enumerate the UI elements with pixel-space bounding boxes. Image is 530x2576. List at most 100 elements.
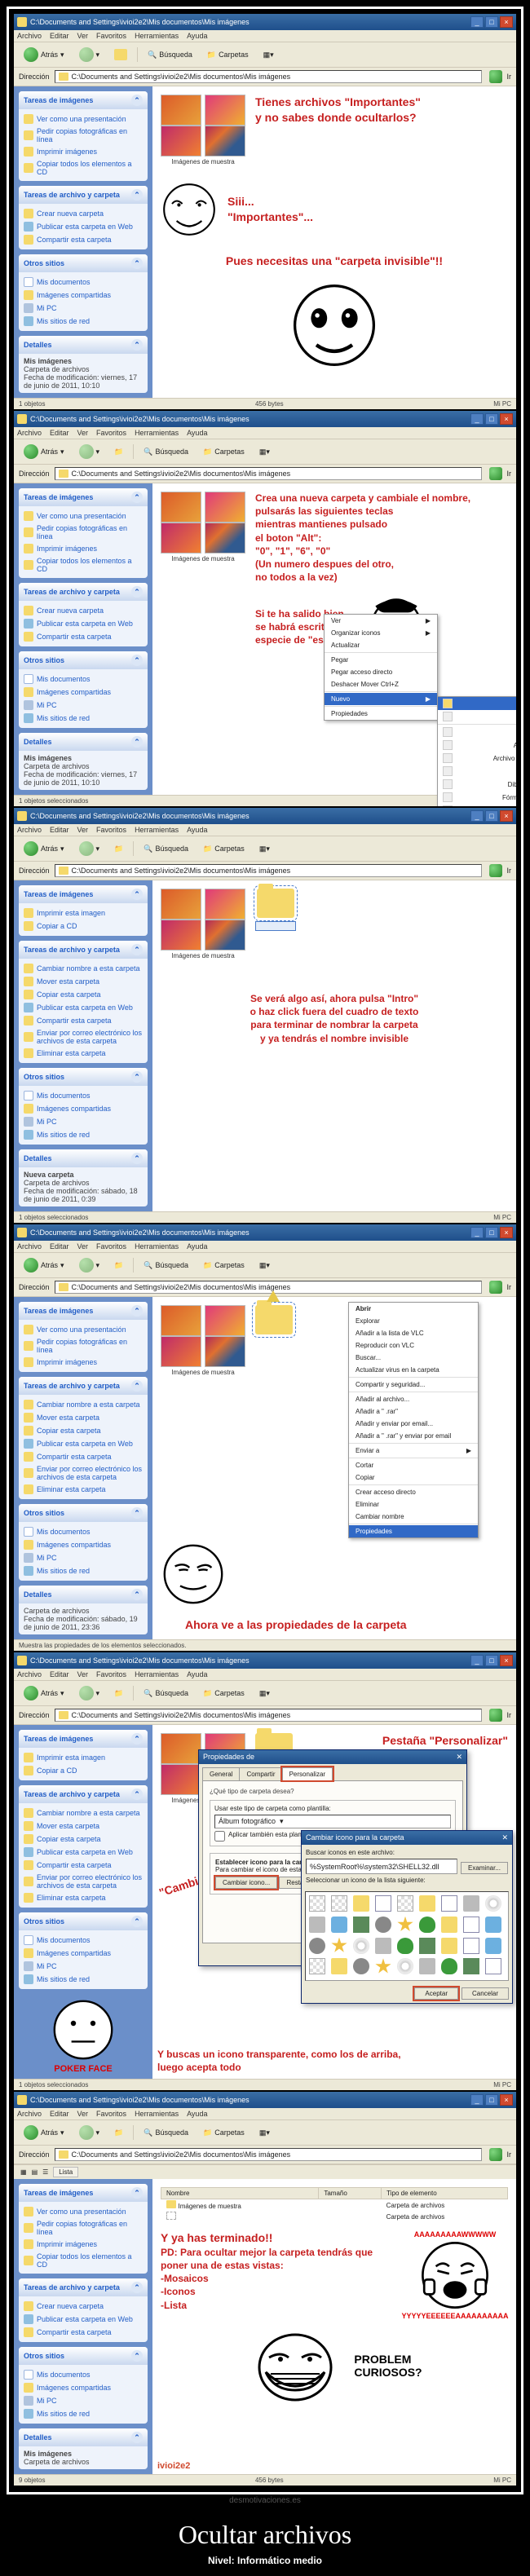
side-panel: Tareas de imágenes⌃ Ver como una present… <box>14 86 152 398</box>
collapse-icon[interactable]: ⌃ <box>131 339 143 351</box>
ok-button[interactable]: Aceptar <box>414 1987 458 2000</box>
menu-item-new[interactable]: Nuevo▶ <box>325 693 437 705</box>
properties-dialog[interactable]: Propiedades de ✕ General Compartir Person… <box>198 1749 467 1966</box>
tab-share[interactable]: Compartir <box>239 1767 282 1780</box>
menu-item[interactable]: Propiedades <box>325 708 437 720</box>
caption-text: Ahora ve a las propiedades de la carpeta <box>185 1617 407 1633</box>
panel-5: C:\Documents and Settings\ivioi2e2\Mis d… <box>14 1652 516 2090</box>
list-item[interactable]: Carpeta de archivos <box>161 2211 508 2222</box>
context-menu[interactable]: Ver▶ Organizar iconos▶ Actualizar Pegar … <box>324 614 438 721</box>
minimize-button[interactable]: _ <box>470 16 484 28</box>
submenu-new[interactable]: Carpeta Acceso directo Maletín AbiWord D… <box>437 696 516 806</box>
sidebar-item[interactable]: Copiar todos los elementos a CD <box>24 158 143 178</box>
sample-pictures-folder[interactable]: Imágenes de muestra <box>161 95 245 165</box>
window-title: C:\Documents and Settings\ivioi2e2\Mis d… <box>30 18 250 26</box>
menu-item-properties[interactable]: Propiedades <box>349 1525 478 1537</box>
folder-icon <box>257 889 294 918</box>
rename-input[interactable] <box>255 921 296 931</box>
change-icon-button[interactable]: Cambiar icono... <box>215 1877 277 1889</box>
change-icon-dialog[interactable]: Cambiar icono para la carpeta✕ Buscar ic… <box>301 1830 513 2004</box>
sidebar-item[interactable]: Imprimir imágenes <box>24 145 143 158</box>
close-button[interactable]: × <box>500 413 513 425</box>
aww-yeah-meme-icon <box>418 2239 492 2312</box>
menu-item[interactable]: Pegar acceso directo <box>325 666 437 678</box>
sample-pictures-folder[interactable]: Imágenes de muestra <box>161 889 245 959</box>
problem-text: PROBLEM CURIOSOS? <box>354 2353 422 2379</box>
maximize-button[interactable]: □ <box>485 16 498 28</box>
address-input[interactable]: C:\Documents and Settings\ivioi2e2\Mis d… <box>55 467 482 480</box>
submenu-item-folder[interactable]: Carpeta <box>438 697 516 710</box>
details-mod: Fecha de modificación: viernes, 17 de ju… <box>24 373 137 390</box>
collapse-icon[interactable]: ⌃ <box>131 189 143 201</box>
sample-pictures-folder[interactable]: Imágenes de muestra <box>161 492 245 562</box>
folder-context-menu[interactable]: Abrir Explorar Añadir a la lista de VLC … <box>348 1302 479 1538</box>
field-label: Seleccionar un icono de la lista siguien… <box>306 1877 508 1884</box>
cancel-button[interactable]: Cancelar <box>462 1987 509 2000</box>
go-button[interactable] <box>489 467 502 480</box>
sidebar-item[interactable]: Compartir esta carpeta <box>24 233 143 246</box>
search-button[interactable]: 🔍 Búsqueda <box>143 48 197 62</box>
menu-item[interactable]: Ver▶ <box>325 615 437 627</box>
dialog-close-icon[interactable]: ✕ <box>501 1833 508 1842</box>
details-name: Mis imágenes <box>24 357 72 365</box>
window-titlebar[interactable]: C:\Documents and Settings\ivioi2e2\Mis d… <box>14 14 516 30</box>
sidebar-item[interactable]: Ver como una presentación <box>24 112 143 126</box>
caption-text: Crea una nueva carpeta y cambiale el nom… <box>255 492 508 584</box>
folders-button[interactable]: 📁 Carpetas <box>202 48 254 62</box>
invisible-folder[interactable] <box>255 1305 293 1334</box>
menu-item[interactable]: Deshacer Mover Ctrl+Z <box>325 678 437 690</box>
tab-customize[interactable]: Personalizar <box>282 1767 333 1780</box>
folder-view[interactable]: Imágenes de muestra Tienes archivos "Imp… <box>152 86 516 398</box>
maximize-button[interactable]: □ <box>485 413 498 425</box>
sidebar-item[interactable]: Imágenes compartidas <box>24 289 143 302</box>
new-folder-renaming[interactable] <box>255 889 296 931</box>
file-list-view[interactable]: NombreTamañoTipo de elemento Imágenes de… <box>161 2187 508 2222</box>
sidebar-item[interactable]: Pedir copias fotográficas en línea <box>24 126 143 145</box>
caption-text: Y ya has terminado!! <box>161 2230 392 2246</box>
menu-item[interactable]: Ver <box>77 32 89 40</box>
menu-item[interactable]: Organizar iconos▶ <box>325 627 437 639</box>
panel-1: C:\Documents and Settings\ivioi2e2\Mis d… <box>14 14 516 409</box>
close-button[interactable]: × <box>500 16 513 28</box>
apply-subfolders-checkbox[interactable] <box>214 1831 225 1842</box>
dialog-title: Propiedades de <box>203 1753 254 1762</box>
transparent-icon[interactable] <box>309 1895 325 1912</box>
collapse-icon[interactable]: ⌃ <box>131 258 143 269</box>
caption-text: Y buscas un icono transparente, como los… <box>157 2048 511 2074</box>
menu-item[interactable]: Editar <box>50 32 69 40</box>
menu-item[interactable]: Actualizar <box>325 639 437 651</box>
up-button[interactable] <box>109 46 132 63</box>
icon-file-input[interactable]: %SystemRoot%\system32\SHELL32.dll <box>306 1859 457 1874</box>
caption-text: Pues necesitas una "carpeta invisible"!! <box>161 254 508 269</box>
menu-item[interactable]: Pegar <box>325 654 437 666</box>
minimize-button[interactable]: _ <box>470 413 484 425</box>
sidebar-item[interactable]: Mi PC <box>24 302 143 315</box>
status-bar: 1 objetos456 bytesMi PC <box>14 398 516 409</box>
view-mode[interactable]: Lista <box>53 2167 78 2177</box>
menu-item[interactable]: Ayuda <box>187 32 207 40</box>
clever-meme-icon <box>161 1542 226 1607</box>
dialog-close-icon[interactable]: ✕ <box>456 1753 462 1762</box>
address-input[interactable]: C:\Documents and Settings\ivioi2e2\Mis d… <box>55 70 482 83</box>
forward-button[interactable]: ▾ <box>74 45 105 64</box>
transparent-icon[interactable] <box>331 1895 347 1912</box>
views-button[interactable]: ▦▾ <box>258 48 279 62</box>
sidebar-item[interactable]: Mis documentos <box>24 276 143 289</box>
caption-text: Pestaña "Personalizar" <box>382 1733 508 1749</box>
collapse-icon[interactable]: ⌃ <box>131 95 143 106</box>
icon-list[interactable] <box>305 1891 509 1981</box>
go-button[interactable] <box>489 70 502 83</box>
toolbar: Atrás ▾ ▾ 🔍 Búsqueda 📁 Carpetas ▦▾ <box>14 42 516 68</box>
sidebar-item[interactable]: Crear nueva carpeta <box>24 207 143 220</box>
sidebar-item[interactable]: Publicar esta carpeta en Web <box>24 220 143 233</box>
menu-item[interactable]: Herramientas <box>135 32 179 40</box>
browse-button[interactable]: Examinar... <box>461 1862 508 1874</box>
back-button[interactable]: Atrás ▾ <box>19 45 69 64</box>
sample-pictures-folder[interactable]: Imágenes de muestra <box>161 1305 245 1376</box>
tab-general[interactable]: General <box>202 1767 240 1780</box>
sidebar-item[interactable]: Mis sitios de red <box>24 315 143 328</box>
list-item[interactable]: Imágenes de muestraCarpeta de archivos <box>161 2199 508 2212</box>
menu-item[interactable]: Archivo <box>17 32 42 40</box>
back-button[interactable]: Atrás ▾ <box>19 442 69 461</box>
menu-item[interactable]: Favoritos <box>96 32 126 40</box>
